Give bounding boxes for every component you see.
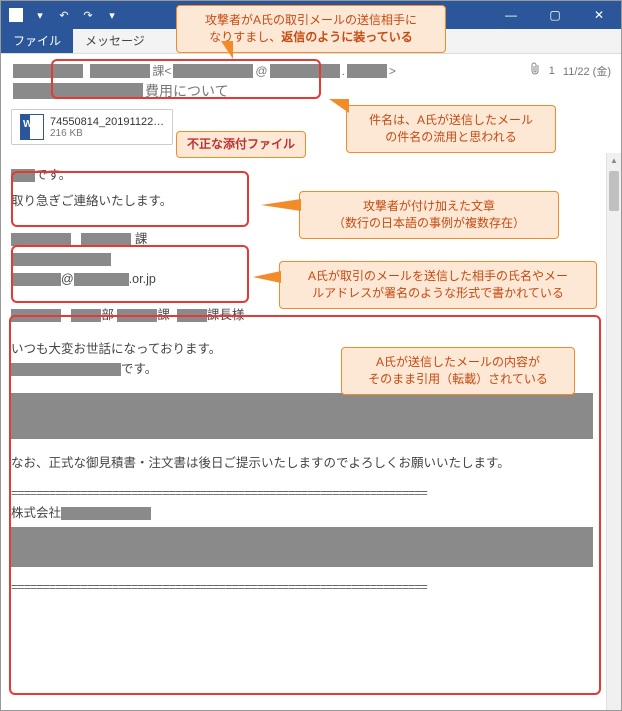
attachment-count: 1 [549,65,555,77]
corp-label: 株式会社 [11,506,61,520]
callout-signature-leader [253,271,281,283]
callout-subject-leader [329,99,349,113]
sig-suffix: 課 [135,232,148,246]
attachment-size: 216 KB [50,128,164,139]
callout-top-leader [221,41,233,59]
callout-quote: A氏が送信したメールの内容が そのまま引用（転載）されている [341,347,575,395]
word-doc-icon [20,114,44,140]
minimize-button[interactable]: — [489,1,533,29]
callout-signature: A氏が取引のメールを送信した相手の氏名やメー ルアドレスが署名のような形式で書か… [279,261,597,309]
maximize-button[interactable]: ▢ [533,1,577,29]
separator: ========================================… [11,483,593,503]
redacted-block2 [11,527,593,567]
subject-suffix: 費用について [145,81,229,101]
callout-top: 攻撃者がA氏の取引メールの送信相手に なりすまし、返信のように装っている [176,5,446,53]
quote-addr: 課長様 [207,308,245,322]
close-button[interactable]: ✕ [577,1,621,29]
from-row: 課 < @ . > 1 11/22 (金) [11,62,611,79]
tab-message[interactable]: メッセージ [73,28,157,53]
undo-icon[interactable]: ↶ [55,6,73,24]
redacted-block [11,393,593,439]
quick-access-toolbar: ▾ ↶ ↷ ▾ [1,6,127,24]
separator2: ========================================… [11,577,593,597]
scrollbar[interactable]: ▲ ▼ [606,153,621,711]
qat-dropdown2-icon[interactable]: ▾ [103,6,121,24]
subject-row: 費用について [11,81,611,101]
callout-added-leader [261,199,301,211]
sig-domain: .or.jp [129,272,156,286]
scroll-thumb[interactable] [609,171,619,211]
tab-file[interactable]: ファイル [1,28,73,53]
window-controls: — ▢ ✕ [489,1,621,29]
mail-header: 課 < @ . > 1 11/22 (金) 費用について [1,54,621,107]
redo-icon[interactable]: ↷ [79,6,97,24]
callout-subject: 件名は、A氏が送信したメール の件名の流用と思われる [346,105,556,153]
quote-line3: なお、正式な御見積書・注文書は後日ご提示いたしますのでよろしくお願いいたします。 [11,453,593,473]
scroll-up-icon[interactable]: ▲ [607,153,621,167]
body-line1: です。 [35,168,71,182]
callout-added: 攻撃者が付け加えた文章 （数行の日本語の事例が複数存在） [299,191,559,239]
attachment-icon [531,62,541,79]
from-suffix: 課 [152,62,164,79]
attachment-chip[interactable]: 74550814_20191122… 216 KB [11,109,173,145]
mail-date: 11/22 (金) [563,63,611,79]
callout-attachment: 不正な添付ファイル [176,131,306,158]
save-icon[interactable] [7,6,25,24]
attachment-name: 74550814_20191122… [50,116,164,128]
qat-dropdown-icon[interactable]: ▾ [31,6,49,24]
